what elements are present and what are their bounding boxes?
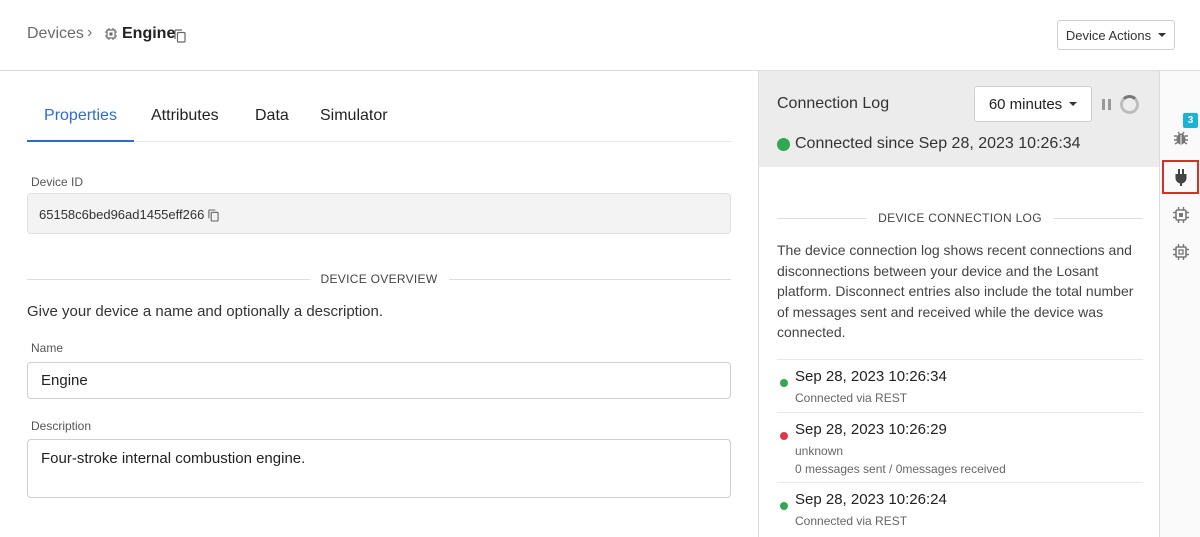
connection-log-title: Connection Log [777, 95, 890, 112]
device-actions-label: Device Actions [1065, 27, 1152, 43]
connection-log-panel: Connection Log 60 minutes Connected sinc… [758, 71, 1160, 537]
device-overview-divider: DEVICE OVERVIEW [27, 272, 732, 286]
debug-panel-button[interactable]: 3 [1160, 113, 1200, 155]
time-range-dropdown[interactable]: 60 minutes [974, 86, 1092, 122]
connection-log-header: Connection Log 60 minutes Connected sinc… [759, 71, 1160, 167]
device-chip-icon [105, 28, 117, 40]
time-range-label: 60 minutes [988, 95, 1063, 113]
name-label: Name [31, 341, 64, 355]
log-entry-detail: Connected via REST [795, 391, 908, 405]
tab-properties[interactable]: Properties [27, 105, 134, 142]
disconnected-status-dot [780, 432, 788, 440]
connection-log-divider: DEVICE CONNECTION LOG [777, 211, 1143, 225]
overview-help-text: Give your device a name and optionally a… [27, 303, 384, 320]
breadcrumb-devices-link[interactable]: Devices [27, 25, 84, 43]
connection-log-heading: DEVICE CONNECTION LOG [878, 211, 1042, 225]
log-entry-timestamp: Sep 28, 2023 10:26:34 [795, 368, 947, 385]
plug-icon [1175, 169, 1186, 186]
description-textarea[interactable]: Four-stroke internal combustion engine. [27, 439, 731, 498]
device-settings-button[interactable] [1160, 198, 1200, 232]
page-header: Devices › Engine Device Actions [0, 0, 1200, 71]
connection-log-body: DEVICE CONNECTION LOG The device connect… [759, 167, 1160, 537]
device-id-label: Device ID [31, 175, 84, 189]
name-input[interactable] [27, 362, 731, 399]
connected-status-dot [780, 502, 788, 510]
connection-status: Connected since Sep 28, 2023 10:26:34 [777, 135, 1081, 153]
log-entry: Sep 28, 2023 10:26:29 unknown 0 messages… [777, 412, 1143, 482]
tab-bar: Properties Attributes Data Simulator [27, 105, 731, 142]
connected-status-dot [777, 137, 790, 151]
device-overview-heading: DEVICE OVERVIEW [320, 272, 438, 286]
connection-status-text: Connected since Sep 28, 2023 10:26:34 [795, 135, 1081, 152]
description-label: Description [31, 419, 92, 433]
log-entry-detail: Connected via REST [795, 514, 908, 528]
copy-icon[interactable] [208, 209, 219, 222]
tab-data[interactable]: Data [255, 105, 289, 142]
log-entry: Sep 28, 2023 10:26:34 Connected via REST [777, 359, 1143, 412]
device-info-button[interactable] [1160, 235, 1200, 269]
device-properties-pane: Properties Attributes Data Simulator Dev… [0, 71, 758, 537]
pause-icon[interactable] [1101, 99, 1113, 111]
device-actions-button[interactable]: Device Actions [1057, 20, 1175, 50]
debug-count-badge: 3 [1183, 113, 1198, 128]
device-id-value: 65158c6bed96ad1455eff266 [39, 207, 205, 222]
device-settings-icon [1172, 207, 1189, 223]
caret-down-icon [1158, 33, 1167, 37]
log-entry-timestamp: Sep 28, 2023 10:26:29 [795, 421, 947, 438]
caret-down-icon [1069, 102, 1078, 106]
tab-attributes[interactable]: Attributes [151, 105, 219, 142]
log-entry-detail: unknown [795, 444, 844, 458]
breadcrumb-separator: › [87, 24, 93, 41]
loading-spinner-icon [1120, 95, 1139, 114]
copy-icon[interactable] [174, 29, 186, 43]
right-tool-rail: 3 [1159, 71, 1200, 537]
connection-log-button[interactable] [1162, 160, 1199, 194]
log-entry-timestamp: Sep 28, 2023 10:26:24 [795, 491, 947, 508]
device-id-field: 65158c6bed96ad1455eff266 [27, 193, 731, 234]
device-name-title: Engine [122, 25, 176, 42]
debug-icon [1173, 131, 1188, 145]
device-icon [1172, 244, 1189, 260]
connected-status-dot [780, 379, 788, 387]
tab-simulator[interactable]: Simulator [320, 105, 388, 142]
log-entry: Sep 28, 2023 10:26:24 Connected via REST [777, 482, 1143, 537]
log-entry-message-counts: 0 messages sent / 0messages received [795, 462, 1006, 476]
connection-log-description: The device connection log shows recent c… [777, 242, 1134, 340]
